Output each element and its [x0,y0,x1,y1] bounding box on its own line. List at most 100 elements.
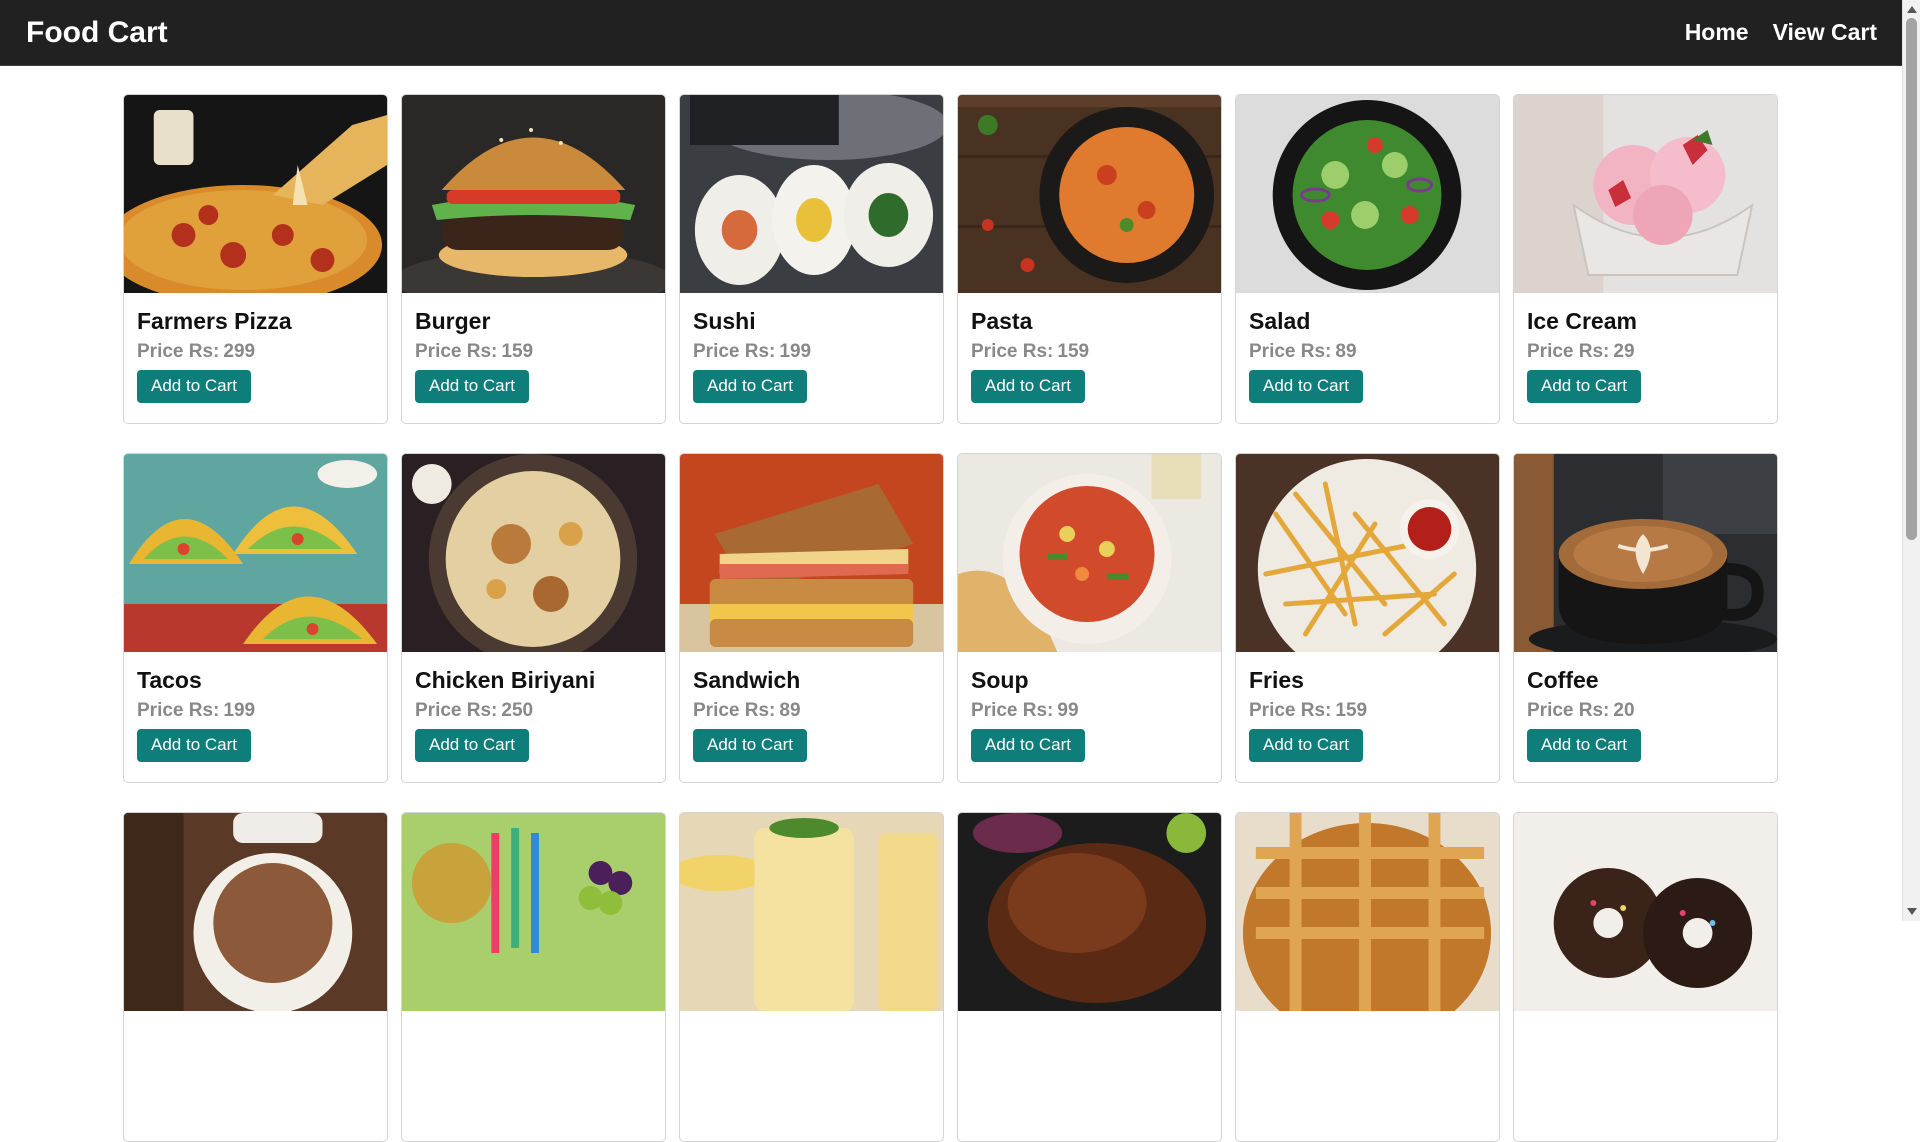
product-card: Coffee Price Rs: 20 Add to Cart [1513,453,1778,783]
product-name: Sushi [693,308,756,334]
product-price: Price Rs: 299 [137,340,374,364]
coffee-image [1514,454,1777,652]
add-to-cart-button[interactable]: Add to Cart [693,370,807,403]
price-prefix: Price Rs: [1527,700,1610,721]
product-card: Burger Price Rs: 159 Add to Cart [401,94,666,424]
nav-view-cart-link[interactable]: View Cart [1773,19,1877,46]
product-price: Price Rs: 159 [415,340,652,364]
product-card [1235,812,1500,1142]
product-price: Price Rs: 199 [137,699,374,723]
add-to-cart-button[interactable]: Add to Cart [971,729,1085,762]
product-card: Sandwich Price Rs: 89 Add to Cart [679,453,944,783]
product-price: Price Rs: 199 [693,340,930,364]
product-card: Salad Price Rs: 89 Add to Cart [1235,94,1500,424]
product-price: Price Rs: 89 [1249,340,1486,364]
add-to-cart-button[interactable]: Add to Cart [137,370,251,403]
product-name: Farmers Pizza [137,308,292,334]
pie-image [1236,813,1499,1011]
price-value: 20 [1613,700,1635,721]
nav-home-link[interactable]: Home [1685,19,1749,46]
price-prefix: Price Rs: [693,700,776,721]
fruit-juice-image [402,813,665,1011]
add-to-cart-button[interactable]: Add to Cart [971,370,1085,403]
product-card [401,812,666,1142]
add-to-cart-button[interactable]: Add to Cart [415,729,529,762]
product-name: Fries [1249,667,1304,693]
product-name: Sandwich [693,667,801,693]
product-card: Fries Price Rs: 159 Add to Cart [1235,453,1500,783]
add-to-cart-button[interactable]: Add to Cart [1527,370,1641,403]
page-scrollbar[interactable] [1902,0,1920,921]
scroll-up-arrow-icon[interactable] [1907,6,1917,13]
scroll-down-arrow-icon[interactable] [1907,908,1917,915]
burger-image [402,95,665,293]
product-name: Chicken Biriyani [415,667,596,693]
tacos-image [124,454,387,652]
price-value: 199 [779,341,812,362]
navbar: Food Cart Home View Cart [0,0,1903,66]
ice-cream-image [1514,95,1777,293]
price-value: 299 [223,341,256,362]
product-card: Soup Price Rs: 99 Add to Cart [957,453,1222,783]
price-value: 250 [501,700,534,721]
biriyani-image [402,454,665,652]
add-to-cart-button[interactable]: Add to Cart [1249,729,1363,762]
product-card: Farmers Pizza Price Rs: 299 Add to Cart [123,94,388,424]
product-name: Salad [1249,308,1311,334]
price-prefix: Price Rs: [971,341,1054,362]
price-prefix: Price Rs: [415,341,498,362]
product-price: Price Rs: 20 [1527,699,1764,723]
tea-image [124,813,387,1011]
price-prefix: Price Rs: [415,700,498,721]
product-card: Ice Cream Price Rs: 29 Add to Cart [1513,94,1778,424]
price-value: 29 [1613,341,1635,362]
price-value: 199 [223,700,256,721]
nav-links: Home View Cart [1685,19,1877,46]
product-name: Pasta [971,308,1033,334]
product-name: Coffee [1527,667,1599,693]
product-name: Soup [971,667,1029,693]
donut-image [1514,813,1777,1011]
price-prefix: Price Rs: [137,700,220,721]
product-name: Tacos [137,667,202,693]
product-price: Price Rs: 29 [1527,340,1764,364]
salad-image [1236,95,1499,293]
grilled-chicken-image [958,813,1221,1011]
scroll-thumb[interactable] [1906,18,1917,540]
product-card: Chicken Biriyani Price Rs: 250 Add to Car… [401,453,666,783]
product-price: Price Rs: 159 [1249,699,1486,723]
sushi-image [680,95,943,293]
add-to-cart-button[interactable]: Add to Cart [137,729,251,762]
product-card [957,812,1222,1142]
sandwich-image [680,454,943,652]
product-grid: Farmers Pizza Price Rs: 299 Add to Cart B… [123,94,1778,1142]
product-card [1513,812,1778,1142]
price-value: 159 [1057,341,1090,362]
pasta-image [958,95,1221,293]
milkshake-image [680,813,943,1011]
product-price: Price Rs: 250 [415,699,652,723]
product-price: Price Rs: 99 [971,699,1208,723]
product-card: Pasta Price Rs: 159 Add to Cart [957,94,1222,424]
add-to-cart-button[interactable]: Add to Cart [415,370,529,403]
price-prefix: Price Rs: [1249,700,1332,721]
price-value: 159 [501,341,534,362]
price-value: 159 [1335,700,1368,721]
price-prefix: Price Rs: [137,341,220,362]
price-prefix: Price Rs: [1527,341,1610,362]
price-value: 99 [1057,700,1079,721]
price-value: 89 [1335,341,1357,362]
price-prefix: Price Rs: [971,700,1054,721]
product-card [679,812,944,1142]
soup-image [958,454,1221,652]
brand-title[interactable]: Food Cart [26,16,168,50]
product-card: Sushi Price Rs: 199 Add to Cart [679,94,944,424]
product-card [123,812,388,1142]
product-price: Price Rs: 89 [693,699,930,723]
product-price: Price Rs: 159 [971,340,1208,364]
add-to-cart-button[interactable]: Add to Cart [1249,370,1363,403]
add-to-cart-button[interactable]: Add to Cart [1527,729,1641,762]
price-value: 89 [779,700,801,721]
price-prefix: Price Rs: [693,341,776,362]
add-to-cart-button[interactable]: Add to Cart [693,729,807,762]
